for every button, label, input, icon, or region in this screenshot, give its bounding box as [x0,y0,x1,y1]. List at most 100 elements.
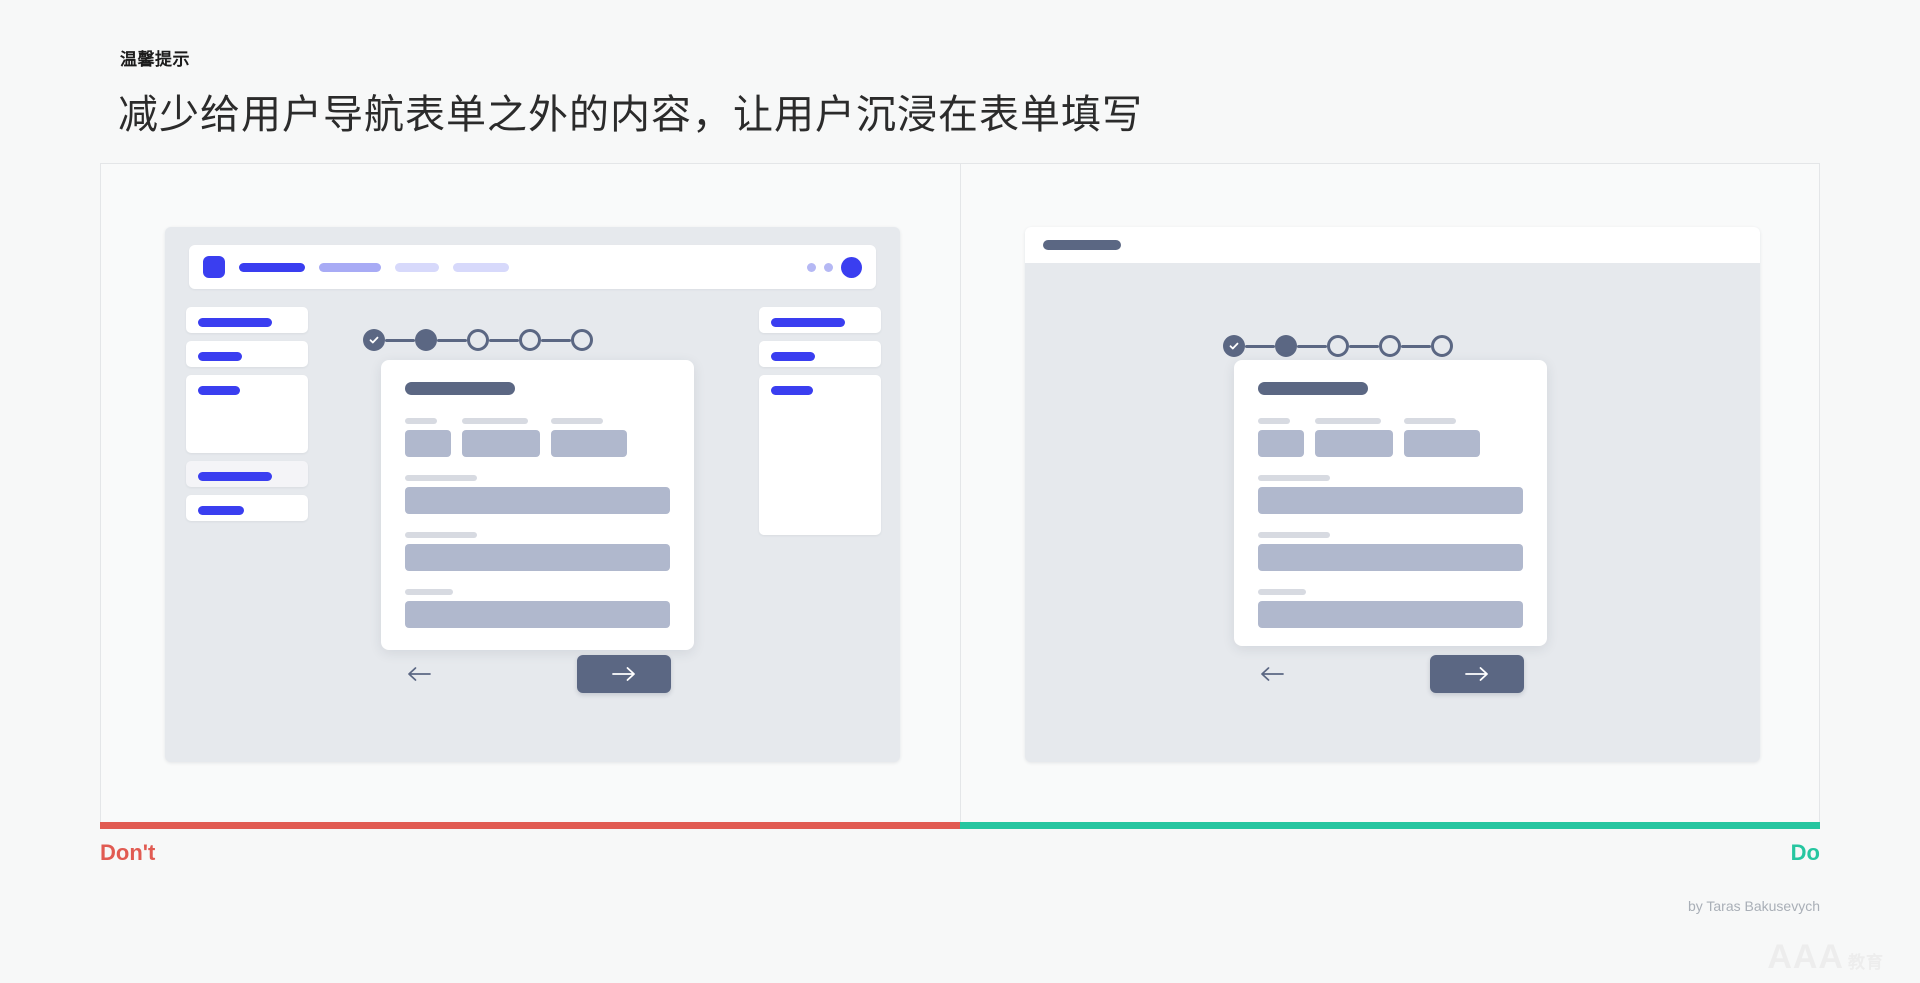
step-connector [1296,344,1327,348]
field-input[interactable] [1257,544,1523,571]
list-item[interactable] [186,495,308,521]
watermark-main: AAA [1767,938,1844,976]
step-indicator-pending[interactable] [1326,335,1349,357]
form-field[interactable] [551,418,627,457]
watermark-sub: 教育 [1848,953,1884,972]
list-item-label [771,352,815,361]
form-field[interactable] [1403,418,1480,457]
browser-mockup-do [1024,227,1760,762]
list-item-label [198,352,242,361]
step-connector [1400,344,1431,348]
next-button[interactable] [577,655,671,693]
step-indicator-active[interactable] [1274,335,1297,357]
watermark-logo: AAA 教育 [1767,938,1884,977]
field-input[interactable] [405,601,670,628]
nav-actions [807,256,862,278]
step-indicator-pending[interactable] [571,329,593,351]
nav-item-1[interactable] [239,262,305,272]
back-button[interactable] [1257,659,1287,689]
list-item[interactable] [186,375,308,453]
arrow-right-icon [1464,667,1488,681]
step-indicator-completed[interactable] [1222,335,1245,357]
page-title: 减少给用户导航表单之外的内容，让用户沉浸在表单填写 [118,93,1143,137]
eyebrow-text: 温馨提示 [120,50,190,69]
field-label [405,475,477,481]
field-input[interactable] [462,430,540,457]
right-sidebar [759,307,881,543]
field-label [1314,418,1381,424]
next-button[interactable] [1429,655,1524,693]
field-input[interactable] [1257,601,1523,628]
form-field[interactable] [462,418,540,457]
list-item[interactable] [186,341,308,367]
list-item-label [198,472,272,481]
form-field[interactable] [405,532,670,571]
field-label [551,418,603,424]
list-item[interactable] [186,461,308,487]
browser-mockup-dont [165,227,900,762]
app-logo-icon [1042,240,1121,250]
field-label [405,532,477,538]
nav-dot-icon-1[interactable] [807,262,816,272]
form-field[interactable] [1257,475,1523,514]
list-item[interactable] [759,307,881,333]
nav-dot-icon-2[interactable] [824,262,833,272]
field-input[interactable] [1257,487,1523,514]
list-item-label [198,318,272,327]
step-connector [1348,344,1379,348]
back-button[interactable] [404,659,434,689]
nav-item-3[interactable] [395,262,439,272]
form-inline-row [405,418,670,457]
form-field[interactable] [1257,532,1523,571]
arrow-left-icon [1260,667,1284,681]
form-field[interactable] [405,475,670,514]
attribution-text: by Taras Bakusevych [1687,898,1820,914]
field-label [1257,589,1306,595]
form-card [1233,360,1547,646]
arrow-right-icon [612,667,635,681]
field-input[interactable] [1314,430,1393,457]
list-item-label [198,506,244,515]
form-field[interactable] [405,589,670,628]
form-inline-row [1257,418,1523,457]
check-icon [1229,342,1238,350]
step-indicator-pending[interactable] [519,329,541,351]
step-indicator-pending[interactable] [1378,335,1401,357]
form-card [381,360,694,650]
step-connector [437,338,467,342]
list-item-label [198,386,240,395]
nav-item-4[interactable] [453,262,509,272]
field-input[interactable] [405,430,451,457]
form-field[interactable] [1257,418,1304,457]
step-indicator-active[interactable] [415,329,437,351]
form-field[interactable] [1314,418,1393,457]
top-bar-minimal [1024,227,1760,263]
list-item[interactable] [186,307,308,333]
field-label [1257,475,1330,481]
step-indicator-pending[interactable] [467,329,489,351]
top-navigation-bar[interactable] [189,245,876,289]
panel-dont [101,164,960,822]
check-icon [369,336,379,344]
field-input[interactable] [405,544,670,571]
step-indicator-pending[interactable] [1430,335,1453,357]
list-item[interactable] [759,341,881,367]
step-indicator-completed[interactable] [363,329,385,351]
form-field[interactable] [1257,589,1523,628]
nav-item-2[interactable] [319,262,381,272]
field-input[interactable] [1257,430,1304,457]
field-label [1257,418,1290,424]
list-item[interactable] [759,375,881,535]
field-input[interactable] [551,430,627,457]
field-label [462,418,528,424]
field-input[interactable] [1403,430,1480,457]
field-label [405,589,453,595]
form-heading [1257,382,1368,395]
step-connector [489,338,519,342]
avatar[interactable] [841,256,862,278]
form-field[interactable] [405,418,451,457]
step-connector [385,338,415,342]
field-input[interactable] [405,487,670,514]
field-label [1403,418,1456,424]
field-label [405,418,437,424]
